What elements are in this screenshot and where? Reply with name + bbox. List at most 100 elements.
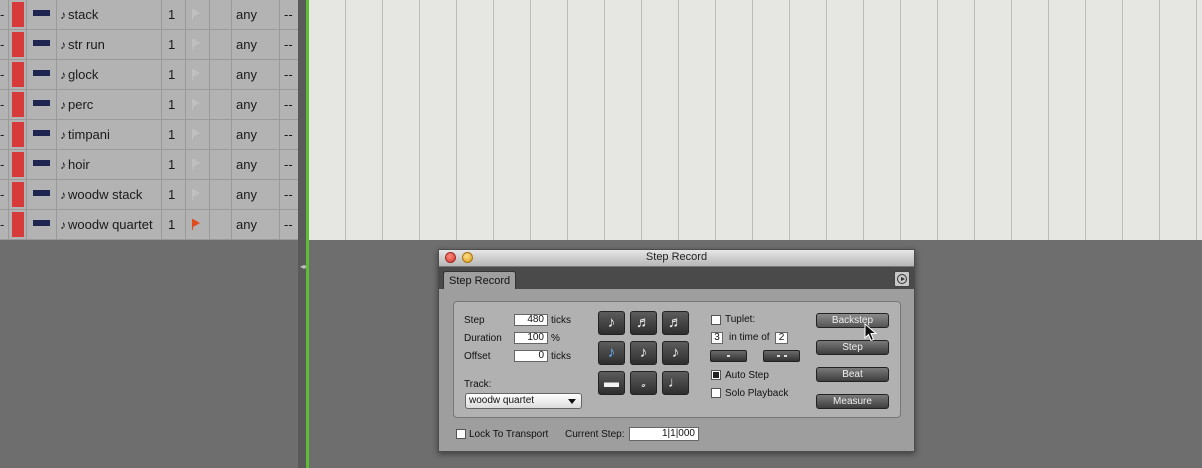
track-color-cell[interactable] [9,210,27,239]
track-name-cell[interactable]: ♪ perc [57,90,162,119]
tab-bar: Step Record [439,267,914,290]
dotted-eighth-note-button[interactable]: ♪ [630,341,657,365]
track-record-cell[interactable] [186,120,210,149]
record-flag-icon[interactable] [192,189,200,200]
track-color-cell[interactable] [9,0,27,29]
track-channel-cell[interactable]: 1 [162,210,186,239]
track-channel-cell[interactable]: 1 [162,150,186,179]
sixteenth-note-button[interactable]: ♪ [598,311,625,335]
track-row[interactable]: - ♪ str run 1 any -- [0,30,298,60]
track-color-cell[interactable] [9,120,27,149]
track-output-cell[interactable]: any [232,60,280,89]
current-step-field[interactable]: 1|1|000 [629,427,699,441]
track-dash-cell: - [0,30,9,59]
track-name-cell[interactable]: ♪ glock [57,60,162,89]
track-color-cell[interactable] [9,150,27,179]
track-color-cell[interactable] [9,180,27,209]
track-output-cell[interactable]: any [232,120,280,149]
track-bar-icon [33,220,50,226]
track-row[interactable]: - ♪ glock 1 any -- [0,60,298,90]
note-icon: ♪ [60,218,66,232]
window-title: Step Record [645,251,708,263]
track-output-cell[interactable]: any [232,30,280,59]
tuplet-denominator-field[interactable]: 2 [775,332,788,344]
track-channel-cell[interactable]: 1 [162,0,186,29]
track-record-cell[interactable] [186,210,210,239]
track-name-cell[interactable]: ♪ woodw quartet [57,210,162,239]
backstep-button[interactable]: Backstep [816,313,889,328]
track-extra-cell: -- [280,90,298,119]
tuplet-numerator-field[interactable]: 3 [711,332,723,344]
tuplet-preset-1-button[interactable] [710,350,747,362]
track-extra-cell: -- [280,150,298,179]
record-flag-icon[interactable] [192,9,200,20]
track-record-cell[interactable] [186,150,210,179]
track-output-cell[interactable]: any [232,210,280,239]
record-flag-icon[interactable] [192,69,200,80]
track-name-cell[interactable]: ♪ hoir [57,150,162,179]
track-row[interactable]: - ♪ stack 1 any -- [0,0,298,30]
track-color-cell[interactable] [9,30,27,59]
timeline-grid[interactable] [309,0,1202,240]
track-channel-cell[interactable]: 1 [162,60,186,89]
track-channel-cell[interactable]: 1 [162,90,186,119]
quarter-note-button[interactable]: ♩ [662,371,689,395]
track-output-cell[interactable]: any [232,90,280,119]
track-name-cell[interactable]: ♪ str run [57,30,162,59]
track-record-cell[interactable] [186,0,210,29]
auto-step-checkbox[interactable] [711,370,721,380]
window-titlebar[interactable]: Step Record [439,250,914,267]
beat-button[interactable]: Beat [816,367,889,382]
eighth-triplet-note-button[interactable]: ♪ [662,341,689,365]
double-whole-note-button[interactable]: ▬ [598,371,625,395]
pane-divider[interactable] [298,0,306,468]
thirtysecond-note-button[interactable]: ♬ [630,311,657,335]
track-color-cell[interactable] [9,90,27,119]
step-button[interactable]: Step [816,340,889,355]
tab-step-record[interactable]: Step Record [443,271,517,290]
lock-to-transport-checkbox[interactable] [456,429,466,439]
offset-field[interactable]: 0 [514,350,548,362]
track-row[interactable]: - ♪ hoir 1 any -- [0,150,298,180]
track-name: glock [68,67,99,82]
track-channel: 1 [168,127,176,142]
step-field[interactable]: 480 [514,314,548,326]
track-color-cell[interactable] [9,60,27,89]
record-flag-icon[interactable] [192,39,200,50]
solo-playback-checkbox[interactable] [711,388,721,398]
record-flag-icon[interactable] [192,129,200,140]
sixtyfourth-note-button[interactable]: ♬ [662,311,689,335]
eighth-note-button[interactable]: ♪ [598,341,625,365]
track-name-cell[interactable]: ♪ stack [57,0,162,29]
track-bar-icon [33,10,50,16]
track-select[interactable]: woodw quartet [465,393,582,409]
tuplet-preset-2-button[interactable] [763,350,800,362]
track-record-cell[interactable] [186,30,210,59]
track-channel-cell[interactable]: 1 [162,30,186,59]
track-channel-cell[interactable]: 1 [162,120,186,149]
track-channel-cell[interactable]: 1 [162,180,186,209]
track-row[interactable]: - ♪ timpani 1 any -- [0,120,298,150]
measure-button[interactable]: Measure [816,394,889,409]
track-output-cell[interactable]: any [232,0,280,29]
track-output-cell[interactable]: any [232,150,280,179]
duration-field[interactable]: 100 [514,332,548,344]
track-record-cell[interactable] [186,180,210,209]
track-record-cell[interactable] [186,60,210,89]
whole-note-button[interactable]: 𝅗 [630,371,657,395]
track-color-swatch [12,152,24,177]
track-row[interactable]: - ♪ perc 1 any -- [0,90,298,120]
track-row[interactable]: - ♪ woodw stack 1 any -- [0,180,298,210]
note-icon: ♪ [60,188,66,202]
track-output-cell[interactable]: any [232,180,280,209]
record-flag-icon[interactable] [192,159,200,170]
track-record-cell[interactable] [186,90,210,119]
track-row[interactable]: - ♪ woodw quartet 1 any -- [0,210,298,240]
panel-menu-button[interactable] [894,271,910,287]
track-extra: -- [284,187,293,202]
tuplet-checkbox[interactable] [711,315,721,325]
record-flag-icon[interactable] [192,219,200,230]
track-name-cell[interactable]: ♪ woodw stack [57,180,162,209]
record-flag-icon[interactable] [192,99,200,110]
track-name-cell[interactable]: ♪ timpani [57,120,162,149]
